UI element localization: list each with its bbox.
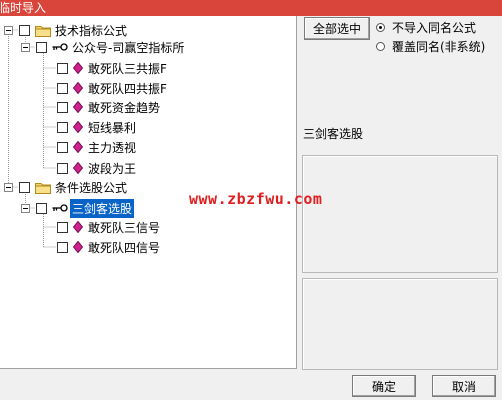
group-checkbox[interactable] xyxy=(19,181,30,193)
node-label: 公众号-司赢空指标所 xyxy=(72,40,185,55)
tree-item[interactable]: 敢死资金趋势 xyxy=(57,98,160,116)
ok-button[interactable]: 确定 xyxy=(352,375,416,397)
group-label: 技术指标公式 xyxy=(55,23,128,38)
tree-group-tech[interactable]: 技术指标公式 xyxy=(4,21,127,39)
radio-label: 不导入同名公式 xyxy=(392,21,477,35)
tree-item[interactable]: 敢死队四信号 xyxy=(57,238,160,256)
formula-gem-icon xyxy=(73,121,83,133)
node-checkbox[interactable] xyxy=(36,41,47,53)
node-checkbox[interactable] xyxy=(36,202,47,214)
radio-label: 覆盖同名(非系统) xyxy=(392,40,486,54)
item-checkbox[interactable] xyxy=(57,62,68,74)
item-checkbox[interactable] xyxy=(57,101,68,113)
tree-item[interactable]: 短线暴利 xyxy=(57,118,136,136)
folder-icon xyxy=(35,182,51,194)
tree-item[interactable]: 敢死队四共振F xyxy=(57,79,167,97)
item-checkbox[interactable] xyxy=(57,121,68,133)
item-label: 主力透视 xyxy=(88,140,137,155)
tree-item[interactable]: 波段为王 xyxy=(57,159,136,177)
group-label: 条件选股公式 xyxy=(55,180,128,195)
selected-formula-name: 三剑客选股 xyxy=(303,127,364,141)
collapse-toggle[interactable] xyxy=(21,42,30,52)
title-bar: 临时导入 xyxy=(0,0,502,16)
tree-item[interactable]: 主力透视 xyxy=(57,138,136,156)
cancel-button[interactable]: 取消 xyxy=(432,375,496,397)
tree-item[interactable]: 敢死队三信号 xyxy=(57,218,160,236)
item-checkbox[interactable] xyxy=(57,241,68,253)
formula-gem-icon xyxy=(73,101,83,113)
radio-button[interactable] xyxy=(376,23,385,32)
item-label: 敢死资金趋势 xyxy=(88,100,161,115)
item-label: 敢死队四共振F xyxy=(88,81,167,96)
item-label: 波段为王 xyxy=(88,161,137,176)
tree-item[interactable]: 敢死队三共振F xyxy=(57,59,167,77)
group-checkbox[interactable] xyxy=(19,24,30,36)
collapse-toggle[interactable] xyxy=(21,203,30,213)
item-label: 敢死队三共振F xyxy=(88,61,167,76)
formula-gem-icon xyxy=(73,141,83,153)
item-checkbox[interactable] xyxy=(57,221,68,233)
description-panel xyxy=(302,155,498,273)
radio-overwrite-duplicates[interactable]: 覆盖同名(非系统) xyxy=(376,38,485,55)
formula-gem-icon xyxy=(73,62,83,74)
item-label: 短线暴利 xyxy=(88,120,137,135)
key-icon xyxy=(52,43,68,51)
collapse-toggle[interactable] xyxy=(4,25,13,35)
formula-gem-icon xyxy=(73,221,83,233)
item-checkbox[interactable] xyxy=(57,162,68,174)
tree-node-source[interactable]: 公众号-司赢空指标所 xyxy=(21,38,184,56)
item-label: 敢死队三信号 xyxy=(88,220,161,235)
node-label: 三剑客选股 xyxy=(70,198,135,218)
parameter-panel xyxy=(302,278,498,370)
tree-node-selected[interactable]: 三剑客选股 xyxy=(21,198,135,218)
tree-group-screening[interactable]: 条件选股公式 xyxy=(4,178,127,196)
formula-gem-icon xyxy=(73,162,83,174)
folder-icon xyxy=(35,25,51,37)
item-checkbox[interactable] xyxy=(57,82,68,94)
select-all-button[interactable]: 全部选中 xyxy=(304,17,370,40)
item-checkbox[interactable] xyxy=(57,141,68,153)
formula-gem-icon xyxy=(73,241,83,253)
watermark-text: www.zbzfwu.com xyxy=(189,190,323,208)
collapse-toggle[interactable] xyxy=(4,182,13,192)
item-label: 敢死队四信号 xyxy=(88,240,161,255)
formula-gem-icon xyxy=(73,82,83,94)
window-title: 临时导入 xyxy=(0,1,47,15)
key-icon xyxy=(52,204,68,212)
radio-skip-duplicates[interactable]: 不导入同名公式 xyxy=(376,19,476,36)
radio-button[interactable] xyxy=(376,42,385,51)
